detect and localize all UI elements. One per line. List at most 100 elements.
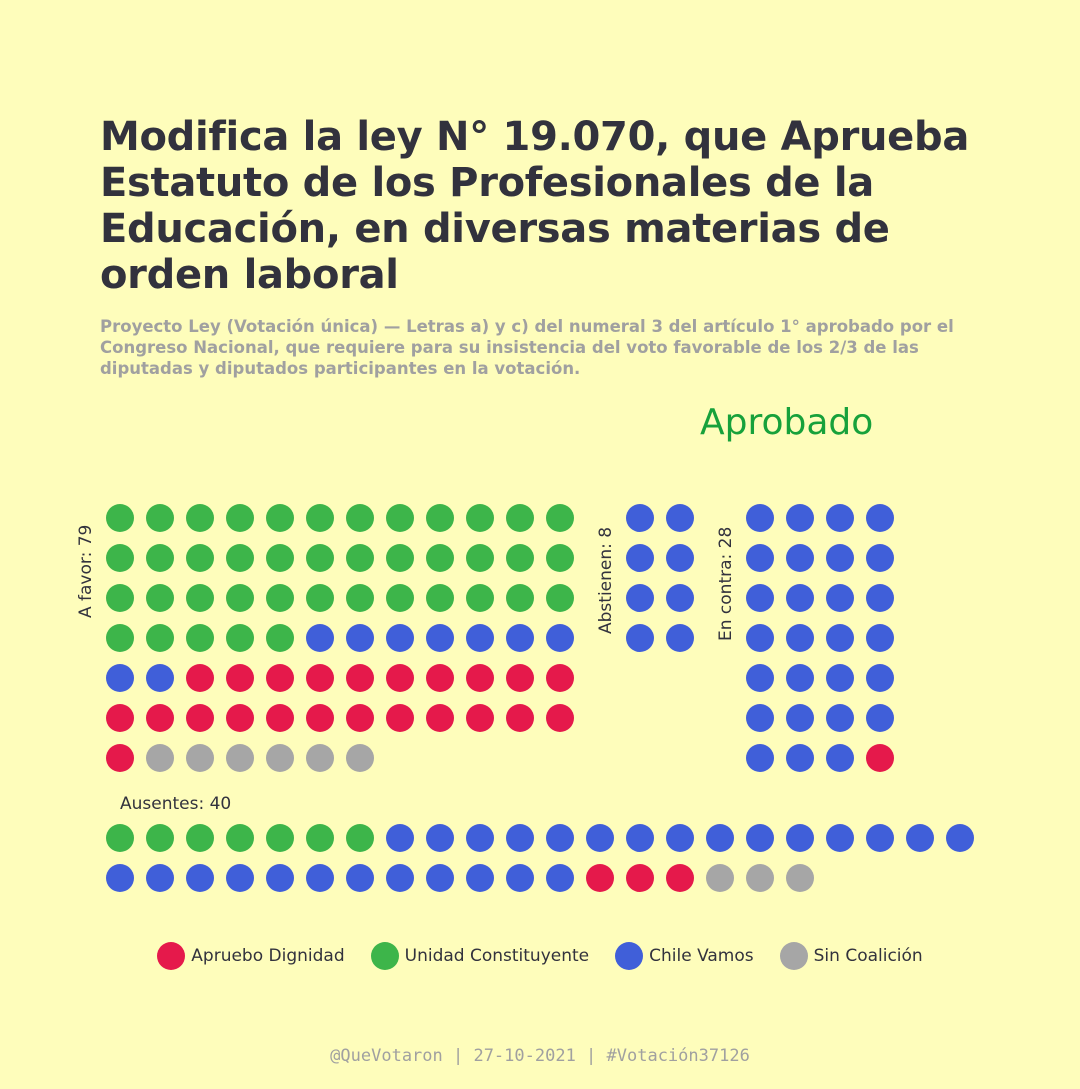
- vote-dot-ausentes: [226, 824, 254, 852]
- vote-dot-en-contra: [866, 664, 894, 692]
- vote-dot-en-contra: [826, 504, 854, 532]
- vote-dot-ausentes: [426, 824, 454, 852]
- vote-dot-a-favor: [546, 624, 574, 652]
- vote-dot-a-favor: [386, 504, 414, 532]
- vote-dot-a-favor: [386, 704, 414, 732]
- vote-dot-ausentes: [666, 824, 694, 852]
- vote-dot-ausentes: [586, 824, 614, 852]
- vote-dot-en-contra: [866, 744, 894, 772]
- footer: @QueVotaron | 27-10-2021 | #Votación3712…: [330, 1046, 750, 1066]
- vote-dot-ausentes: [546, 864, 574, 892]
- vote-dot-ausentes: [226, 864, 254, 892]
- vote-dot-ausentes: [186, 824, 214, 852]
- vote-dot-abstienen: [666, 544, 694, 572]
- vote-dot-a-favor: [106, 504, 134, 532]
- vote-dot-a-favor: [146, 704, 174, 732]
- vote-dot-abstienen: [666, 584, 694, 612]
- group-label-en-contra: En contra: 28: [716, 526, 736, 641]
- legend-item-sin-coalicion: Sin Coalición: [779, 942, 923, 970]
- vote-dot-a-favor: [426, 584, 454, 612]
- vote-dot-ausentes: [706, 864, 734, 892]
- vote-dot-a-favor: [306, 504, 334, 532]
- vote-dot-ausentes: [506, 824, 534, 852]
- vote-dot-a-favor: [506, 504, 534, 532]
- legend-label: Sin Coalición: [813, 946, 923, 966]
- vote-dot-en-contra: [746, 744, 774, 772]
- vote-dot-a-favor: [466, 544, 494, 572]
- vote-dot-a-favor: [186, 624, 214, 652]
- vote-dot-ausentes: [906, 824, 934, 852]
- vote-dot-a-favor: [506, 704, 534, 732]
- vote-dot-a-favor: [106, 624, 134, 652]
- vote-dot-ausentes: [266, 824, 294, 852]
- vote-dot-a-favor: [546, 504, 574, 532]
- vote-dot-a-favor: [266, 664, 294, 692]
- vote-dot-a-favor: [146, 744, 174, 772]
- vote-dot-a-favor: [266, 704, 294, 732]
- vote-dot-a-favor: [226, 624, 254, 652]
- vote-dot-ausentes: [306, 864, 334, 892]
- group-label-a-favor: A favor: 79: [76, 524, 96, 618]
- vote-dot-a-favor: [346, 704, 374, 732]
- vote-dot-a-favor: [466, 624, 494, 652]
- vote-dot-ausentes: [306, 824, 334, 852]
- vote-dot-ausentes: [386, 864, 414, 892]
- vote-dot-en-contra: [866, 504, 894, 532]
- vote-dot-ausentes: [666, 864, 694, 892]
- vote-dot-a-favor: [346, 744, 374, 772]
- vote-dot-a-favor: [146, 504, 174, 532]
- legend-item-chile-vamos: Chile Vamos: [615, 942, 754, 970]
- vote-dot-ausentes: [706, 824, 734, 852]
- vote-dot-ausentes: [786, 864, 814, 892]
- vote-dot-ausentes: [746, 824, 774, 852]
- vote-dot-abstienen: [666, 504, 694, 532]
- vote-dot-ausentes: [266, 864, 294, 892]
- vote-dot-abstienen: [666, 624, 694, 652]
- vote-dot-a-favor: [186, 584, 214, 612]
- vote-dot-a-favor: [186, 744, 214, 772]
- vote-dot-a-favor: [266, 744, 294, 772]
- vote-dot-a-favor: [426, 704, 454, 732]
- vote-dot-en-contra: [826, 624, 854, 652]
- legend-item-apruebo-dignidad: Apruebo Dignidad: [157, 942, 345, 970]
- vote-dot-a-favor: [266, 624, 294, 652]
- vote-dot-en-contra: [826, 704, 854, 732]
- vote-dot-a-favor: [466, 664, 494, 692]
- vote-dot-ausentes: [586, 864, 614, 892]
- vote-dot-a-favor: [426, 504, 454, 532]
- vote-dot-a-favor: [226, 544, 254, 572]
- vote-dot-en-contra: [746, 584, 774, 612]
- vote-dot-a-favor: [146, 664, 174, 692]
- vote-dot-en-contra: [746, 624, 774, 652]
- vote-dot-a-favor: [226, 744, 254, 772]
- vote-dot-abstienen: [626, 584, 654, 612]
- vote-dot-a-favor: [306, 704, 334, 732]
- vote-dot-en-contra: [786, 544, 814, 572]
- vote-dot-en-contra: [826, 664, 854, 692]
- vote-dot-a-favor: [186, 504, 214, 532]
- vote-dot-a-favor: [306, 744, 334, 772]
- vote-dot-a-favor: [466, 584, 494, 612]
- legend-label: Unidad Constituyente: [404, 946, 590, 966]
- vote-dot-en-contra: [826, 584, 854, 612]
- vote-dot-a-favor: [106, 544, 134, 572]
- vote-dot-a-favor: [106, 664, 134, 692]
- vote-dot-en-contra: [786, 624, 814, 652]
- legend-label: Chile Vamos: [649, 946, 754, 966]
- legend-label: Apruebo Dignidad: [191, 946, 345, 966]
- vote-dot-a-favor: [546, 664, 574, 692]
- vote-dot-a-favor: [266, 584, 294, 612]
- vote-dot-a-favor: [346, 504, 374, 532]
- vote-dot-ausentes: [106, 864, 134, 892]
- vote-dot-en-contra: [746, 504, 774, 532]
- vote-dot-ausentes: [826, 824, 854, 852]
- legend-swatch: [779, 942, 808, 970]
- vote-dot-a-favor: [546, 584, 574, 612]
- vote-dot-a-favor: [106, 704, 134, 732]
- vote-dot-a-favor: [306, 624, 334, 652]
- vote-dot-a-favor: [506, 544, 534, 572]
- vote-dot-en-contra: [746, 544, 774, 572]
- vote-dot-ausentes: [946, 824, 974, 852]
- vote-dot-a-favor: [186, 664, 214, 692]
- vote-dot-a-favor: [146, 584, 174, 612]
